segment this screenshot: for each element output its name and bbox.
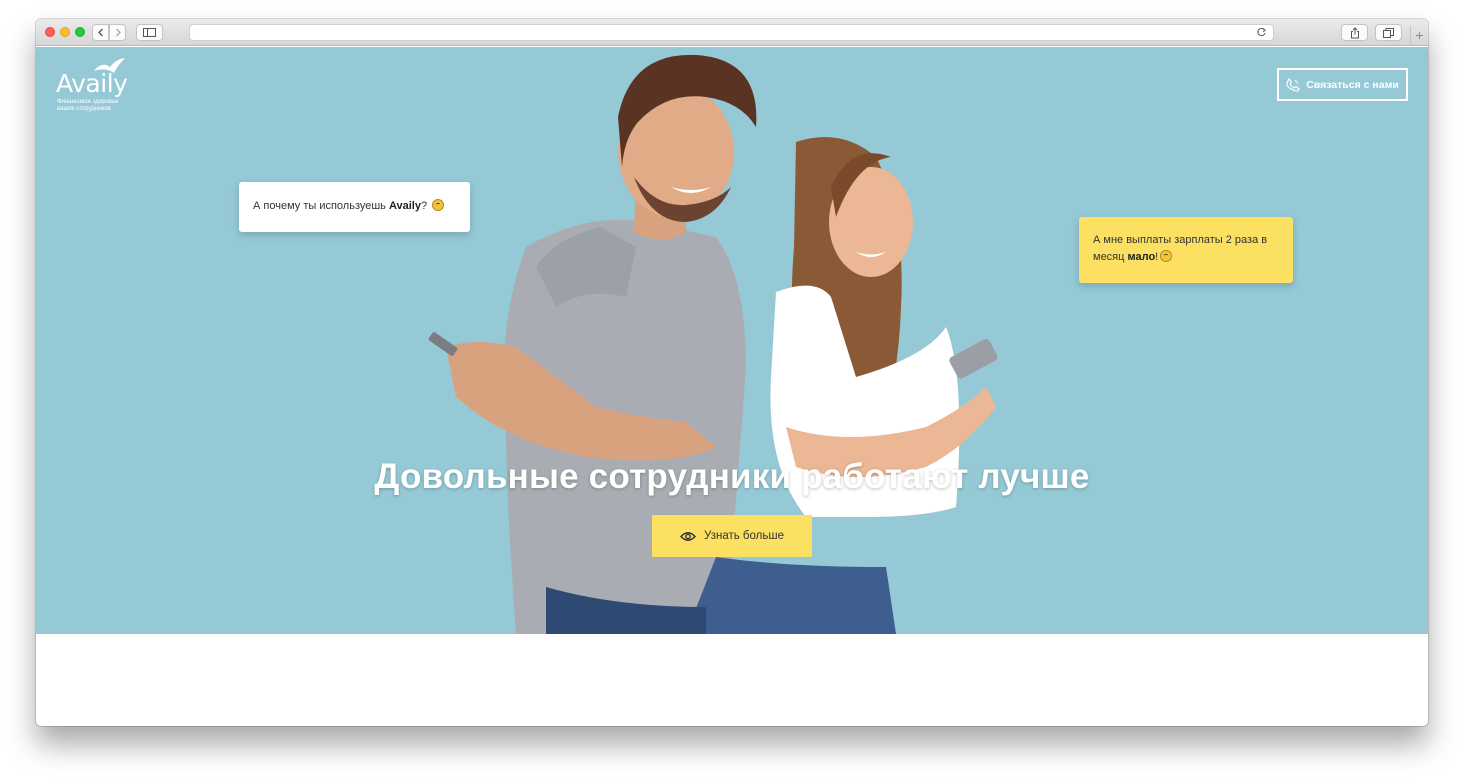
tabs-icon	[1383, 27, 1394, 38]
show-tabs-button[interactable]	[1375, 24, 1402, 41]
availy-logo[interactable]: Availy Финансовое здоровье ваших сотрудн…	[56, 57, 146, 113]
eye-icon	[680, 531, 696, 541]
back-button[interactable]	[92, 24, 109, 41]
page-content-below	[36, 634, 1428, 726]
address-bar[interactable]	[189, 24, 1274, 41]
zoom-window-button[interactable]	[75, 27, 85, 37]
browser-toolbar: +	[36, 19, 1428, 46]
question-text: А почему ты используешь	[253, 200, 389, 212]
new-tab-button[interactable]: +	[1410, 26, 1428, 46]
contact-us-button[interactable]: Связаться с нами	[1277, 68, 1408, 101]
browser-window: + Availy Финансовое здоровье ваших сотру…	[36, 19, 1428, 726]
question-mark: ?	[421, 200, 428, 212]
chat-bubble-answer: А мне выплаты зарплаты 2 раза в месяц ма…	[1079, 217, 1293, 283]
thinking-emoji-icon	[432, 199, 445, 211]
learn-more-label: Узнать больше	[704, 530, 784, 542]
close-window-button[interactable]	[45, 27, 55, 37]
forward-icon	[115, 28, 121, 37]
phone-icon	[1286, 77, 1301, 92]
question-brand: Availy	[388, 200, 421, 212]
share-button[interactable]	[1341, 24, 1368, 41]
sidebar-toggle-button[interactable]	[136, 24, 163, 41]
share-icon	[1350, 26, 1359, 38]
logo-tagline: Финансовое здоровье ваших сотрудников	[57, 99, 119, 112]
reload-icon[interactable]	[1256, 26, 1267, 39]
chat-bubble-question: А почему ты используешь Availy?	[239, 182, 470, 232]
sidebar-icon	[143, 28, 156, 37]
forward-button[interactable]	[109, 24, 126, 41]
tongue-emoji-icon	[1160, 250, 1173, 262]
contact-us-label: Связаться с нами	[1306, 78, 1399, 91]
minimize-window-button[interactable]	[60, 27, 70, 37]
hero-headline: Довольные сотрудники работают лучше	[374, 457, 1090, 496]
learn-more-button[interactable]: Узнать больше	[652, 515, 812, 557]
answer-exclaim: !	[1155, 251, 1159, 263]
answer-emphasis: мало	[1127, 251, 1156, 263]
logo-text: Availy	[56, 69, 128, 98]
hero-section: Availy Финансовое здоровье ваших сотрудн…	[36, 47, 1428, 634]
back-icon	[97, 28, 103, 37]
answer-text: А мне выплаты зарплаты 2 раза в месяц	[1093, 234, 1268, 263]
